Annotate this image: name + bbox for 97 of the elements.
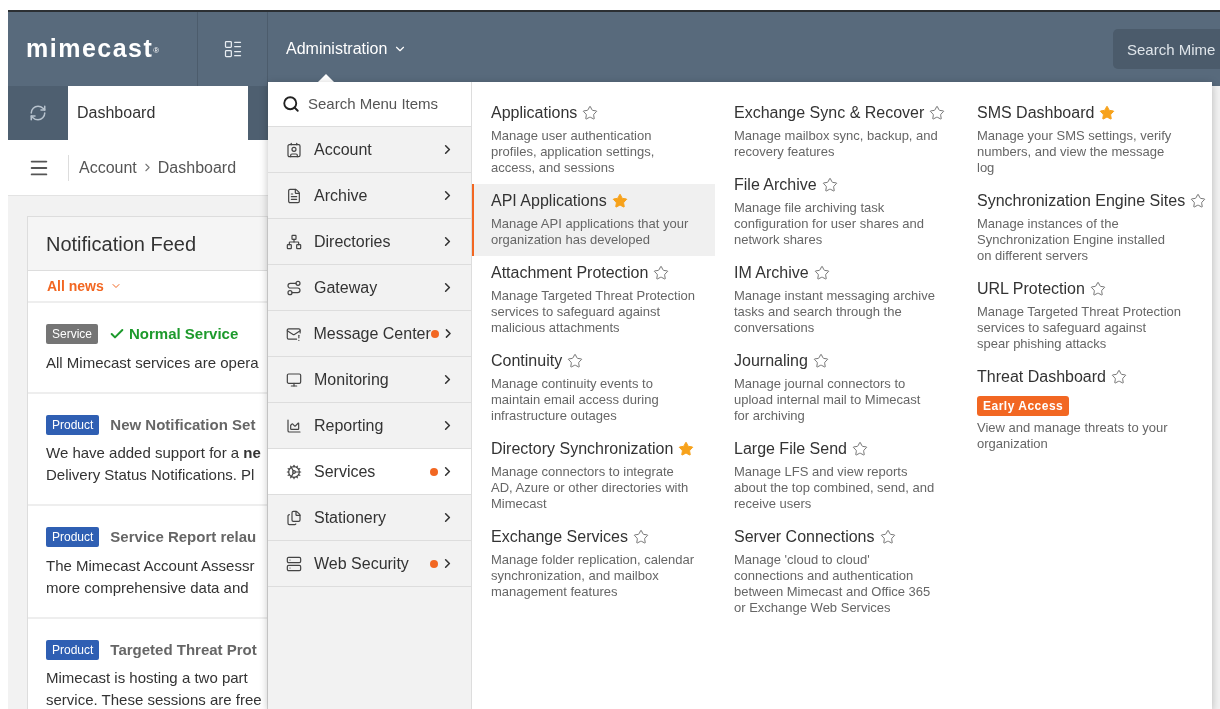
menu-entry-description: Manage instant messaging archive tasks and search through the conversations <box>734 288 936 336</box>
dashboard-tab[interactable]: Dashboard <box>68 86 248 140</box>
feed-item-text: Mimecast is hosting a two part <box>46 668 249 688</box>
feed-item-text: more comprehensive data and <box>46 577 250 598</box>
menu-entry-description: Manage file archiving task configuration for user shares and network shares <box>734 200 926 248</box>
menu-entry-title: URL Protection <box>977 279 1085 299</box>
search-icon <box>282 95 300 113</box>
document-icon <box>286 187 302 204</box>
menu-category[interactable]: Services <box>268 449 471 495</box>
category-tag: Service <box>46 324 98 345</box>
category-tag: Product <box>46 639 100 660</box>
star-icon[interactable] <box>821 177 838 193</box>
area-chart-icon <box>286 417 302 434</box>
feed-item-text: Delivery Status Notifications. Pl <box>46 465 256 485</box>
menu-entry-title: Attachment Protection <box>491 263 649 283</box>
menu-category-label: Stationery <box>314 507 387 528</box>
feed-title: Notification Feed <box>46 231 197 257</box>
star-icon[interactable] <box>678 441 695 457</box>
menu-entry-title: SMS Dashboard <box>977 103 1095 123</box>
menu-category-label: Reporting <box>314 415 384 436</box>
menu-entry-title: API Applications <box>491 191 607 211</box>
feed-item-text: All Mimecast services are opera <box>46 352 260 373</box>
menu-entry-description: Manage 'cloud to cloud' connections and authentication between Mimecast and Office 365 or Exchange Web Services <box>734 552 932 616</box>
menu-entry-title: Directory Synchronization <box>491 439 674 459</box>
star-icon[interactable] <box>567 353 584 369</box>
star-icon[interactable] <box>632 529 649 545</box>
star-icon[interactable] <box>851 441 868 457</box>
feed-item-title[interactable]: Targeted Threat Prot <box>110 638 257 661</box>
menu-category-label: Account <box>314 139 372 160</box>
menu-entry-description: Manage instances of the Synchronization Engine installed on different servers <box>977 216 1166 264</box>
menu-entry-description: Manage your SMS settings, verify numbers, and view the message log <box>977 128 1173 176</box>
menu-entry-description: Manage Targeted Threat Protection services to safeguard against spear phishing attacks <box>977 304 1182 352</box>
star-icon[interactable] <box>813 265 830 281</box>
category-tag: Product <box>46 527 100 548</box>
menu-entry-title: Exchange Services <box>491 527 628 547</box>
menu-search-box[interactable]: Search Menu Items <box>268 82 471 127</box>
star-icon[interactable] <box>582 105 599 121</box>
search-field[interactable]: Search Mime <box>1113 29 1220 69</box>
star-icon[interactable] <box>653 265 670 281</box>
menu-search-field[interactable]: Search Menu Items <box>308 92 468 116</box>
star-icon[interactable] <box>1190 193 1207 209</box>
contact-card-icon <box>286 141 302 158</box>
star-icon[interactable] <box>1110 369 1127 385</box>
menu-entry-description: Manage continuity events to maintain email access during infrastructure outages <box>491 376 660 424</box>
star-icon[interactable] <box>1099 105 1116 121</box>
early-access-badge: Early Access <box>977 396 1070 416</box>
files-icon <box>286 509 302 526</box>
feed-item-text: The Mimecast Account Assessr <box>46 555 256 576</box>
star-icon[interactable] <box>929 105 946 121</box>
menu-entry-title: Synchronization Engine Sites <box>977 191 1186 211</box>
menu-entry-title: Journaling <box>734 351 808 371</box>
category-tag: Product <box>46 414 100 435</box>
monitor-icon <box>286 371 302 388</box>
menu-category-label: Gateway <box>314 277 378 298</box>
star-icon[interactable] <box>1089 281 1106 297</box>
menu-entry-description: Manage LFS and view reports about the top combined, send, and receive users <box>734 464 936 512</box>
menu-entry-description: Manage user authentication profiles, application settings, access, and sessions <box>491 128 656 176</box>
menu-category-label: Services <box>314 461 376 482</box>
refresh-icon[interactable] <box>29 104 47 122</box>
menu-entry-description: Manage mailbox sync, backup, and recovery features <box>734 128 939 160</box>
breadcrumb-link[interactable]: Dashboard <box>157 155 237 180</box>
menu-entry-description: Manage connectors to integrate AD, Azure or other directories with Mimecast <box>491 464 690 512</box>
menu-category-label: Web Security <box>314 553 409 574</box>
menu-entry-description: Manage API applications that your organization has developed <box>491 216 690 248</box>
menu-category-label: Message Center <box>313 323 431 344</box>
menu-category-label: Monitoring <box>314 369 389 390</box>
gear-icon <box>286 463 302 480</box>
network-icon <box>286 233 302 250</box>
settings-list-icon[interactable] <box>222 39 243 59</box>
breadcrumb-link[interactable]: Account <box>79 155 137 180</box>
menu-entry[interactable]: API Applications Manage API applications that your organization has developed <box>472 184 715 256</box>
menu-entry-title: File Archive <box>734 175 817 195</box>
mail-icon <box>286 325 302 342</box>
menu-entry-description: View and manage threats to your organization <box>977 420 1169 452</box>
menu-entry-title: IM Archive <box>734 263 809 283</box>
star-icon[interactable] <box>611 193 628 209</box>
feed-item-title[interactable]: Normal Service <box>129 323 239 346</box>
menu-entry-title: Exchange Sync & Recover <box>734 103 925 123</box>
feed-item-text: We have added support for a ne <box>46 443 262 463</box>
star-icon[interactable] <box>879 529 896 545</box>
menu-entry-description: Manage folder replication, calendar synchronization, and mailbox management features <box>491 552 696 600</box>
menu-entry-title: Applications <box>491 103 578 123</box>
menu-category-label: Archive <box>314 185 368 206</box>
feed-item-title[interactable]: Service Report relau <box>110 526 257 549</box>
menu-entry-title: Threat Dashboard <box>977 367 1106 387</box>
menu-entry-description: Manage journal connectors to upload internal mail to Mimecast for archiving <box>734 376 922 424</box>
menu-category-label: Directories <box>314 231 391 252</box>
menu-entry-title: Large File Send <box>734 439 847 459</box>
menu-entry-description: Manage Targeted Threat Protection services to safeguard against malicious attachments <box>491 288 696 336</box>
server-icon <box>286 555 302 572</box>
menu-entry-title: Server Connections <box>734 527 875 547</box>
logo[interactable]: mimecast$^{®}$ <box>26 30 161 68</box>
feed-item-title[interactable]: New Notification Set <box>110 413 256 436</box>
star-icon[interactable] <box>812 353 829 369</box>
menu-entry-title: Continuity <box>491 351 563 371</box>
feed-item-text: service. These sessions are free <box>46 690 263 709</box>
route-icon <box>286 279 302 296</box>
